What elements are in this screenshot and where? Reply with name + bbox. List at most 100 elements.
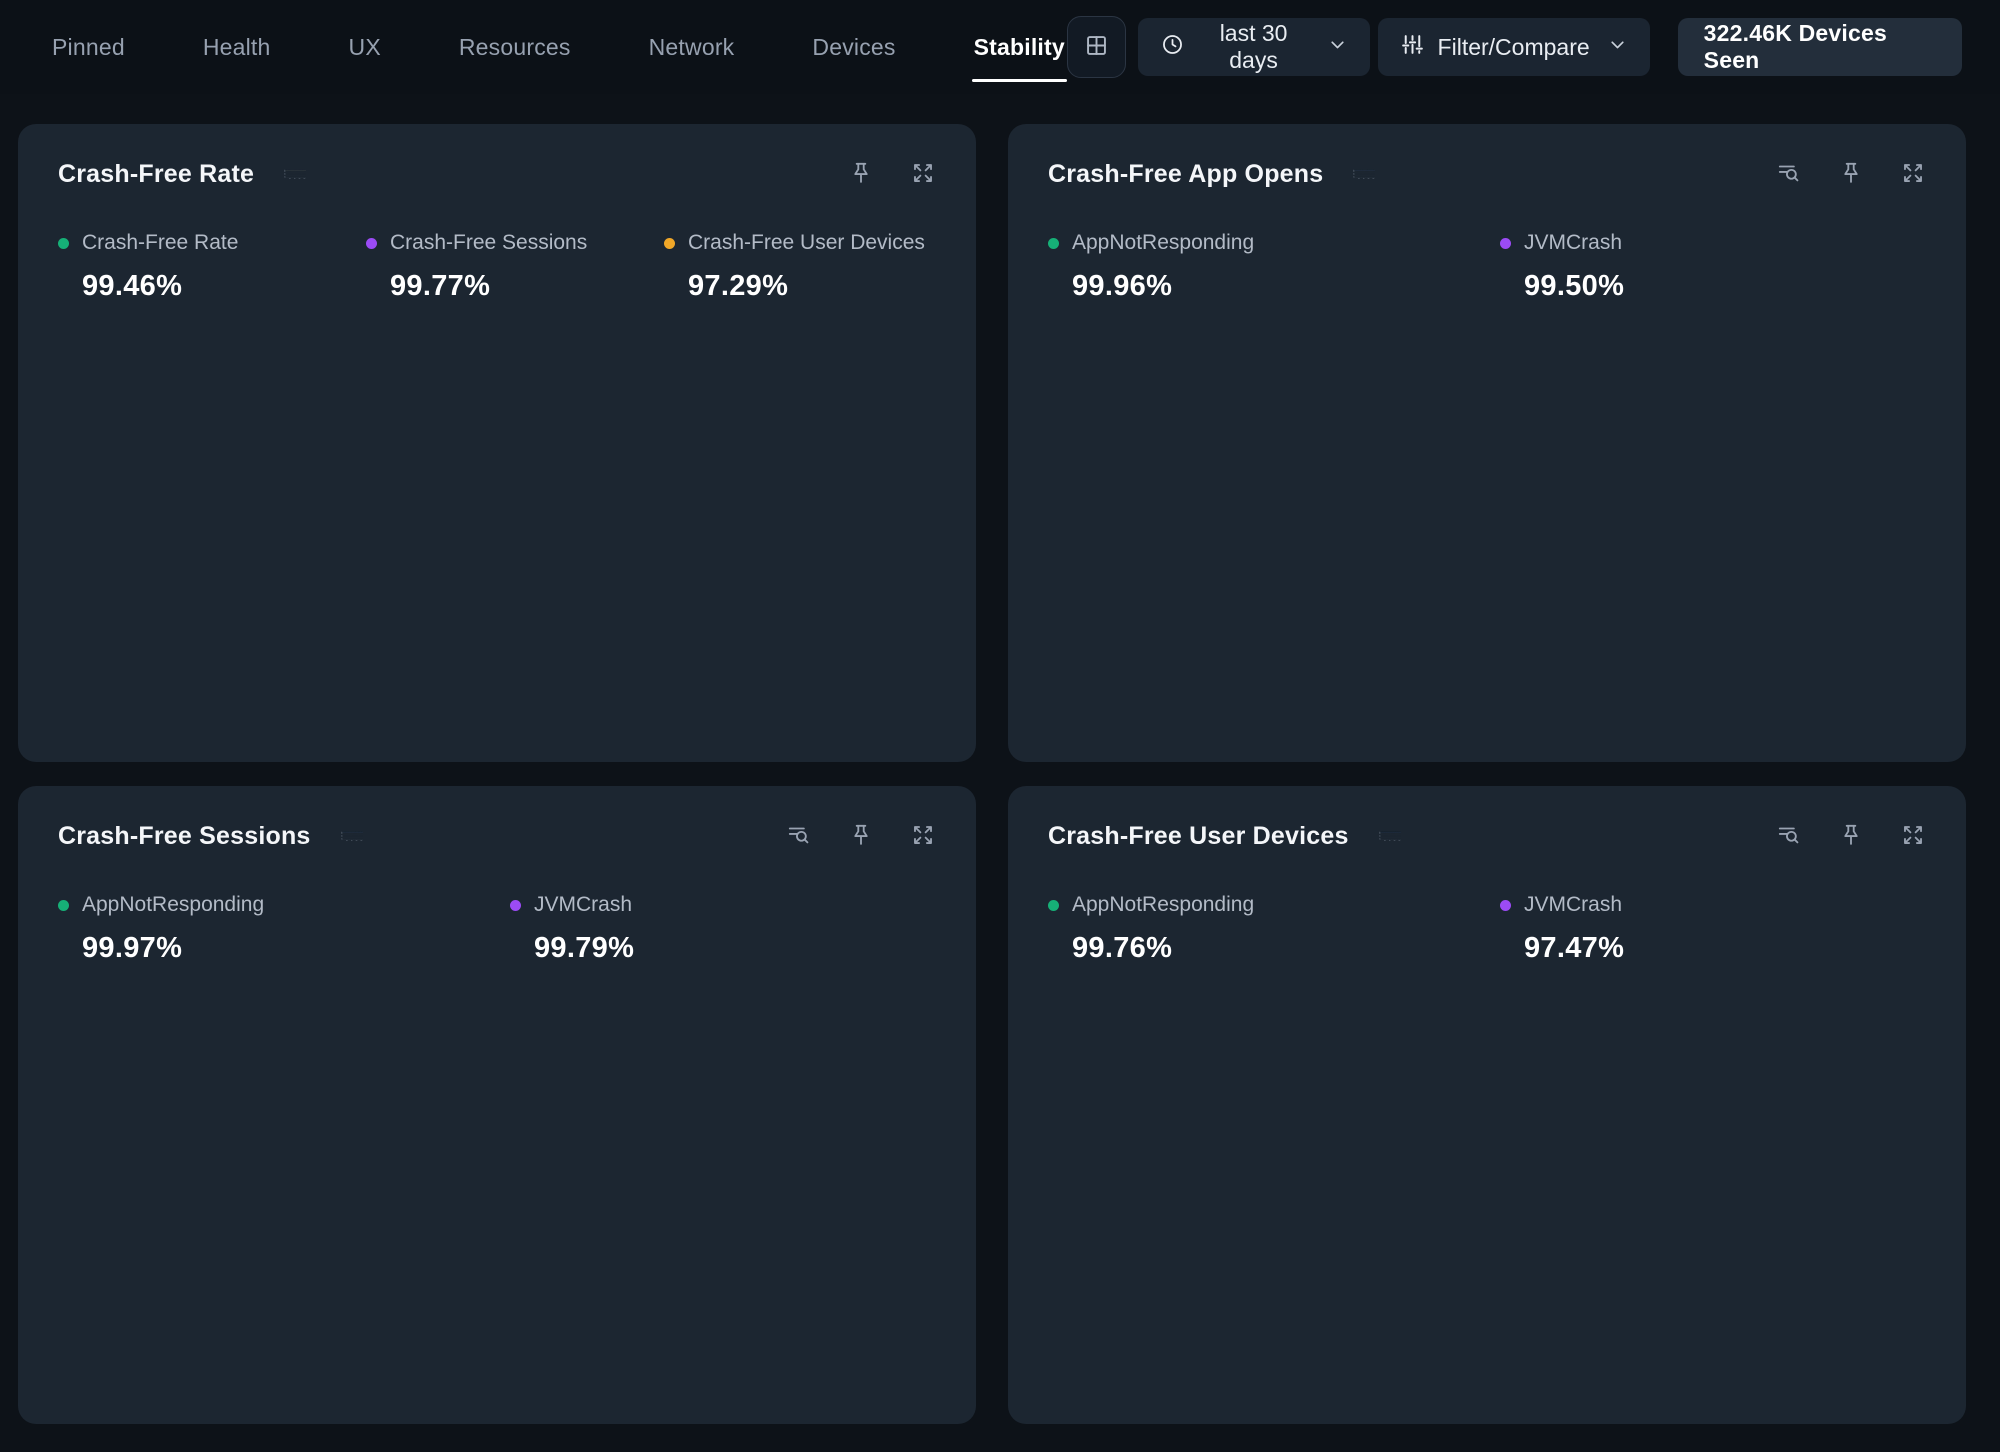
svg-text:Sep 28: Sep 28 [360, 840, 362, 841]
svg-text:20%: 20% [1379, 837, 1381, 838]
layout-grid-icon [1083, 32, 1110, 62]
chart-legend: AppNotResponding99.96%JVMCrash99.50% [1048, 231, 1926, 303]
sliders-icon [1400, 32, 1425, 63]
layout-grid-button[interactable] [1067, 16, 1126, 78]
legend-label: JVMCrash [1524, 893, 1622, 917]
date-range-button[interactable]: last 30 days [1138, 18, 1370, 76]
legend-dot [664, 238, 675, 249]
svg-text:20%: 20% [1354, 175, 1356, 176]
svg-text:0%: 0% [1379, 839, 1380, 840]
nav-tab-devices[interactable]: Devices [810, 0, 897, 94]
stability-chart[interactable] [58, 325, 936, 717]
info-icon[interactable]: 100%80%60%40%20%0%Sep 07Sep 14Sep 21Sep … [1353, 163, 1376, 186]
legend-label: Crash-Free User Devices [688, 231, 925, 255]
toolbar: last 30 days Filter/Compare [1067, 0, 1962, 94]
nav-tab-stability[interactable]: Stability [972, 0, 1067, 94]
legend-item[interactable]: Crash-Free Sessions99.77% [366, 231, 664, 303]
legend-label: Crash-Free Rate [82, 231, 238, 255]
list-search-icon [1776, 160, 1802, 189]
legend-item[interactable]: JVMCrash97.47% [1500, 893, 1926, 965]
legend-dot [510, 900, 521, 911]
chart-panel: Crash-Free User Devices 100%80%60%40%20%… [1008, 786, 1966, 1424]
svg-text:100%: 100% [284, 169, 286, 170]
legend-dot [1500, 900, 1511, 911]
svg-text:100%: 100% [341, 831, 343, 832]
expand-button[interactable] [910, 822, 936, 851]
legend-dot [58, 900, 69, 911]
stability-chart[interactable] [1048, 987, 1926, 1379]
stability-chart[interactable] [58, 987, 936, 1379]
svg-text:Sep 21: Sep 21 [1393, 840, 1395, 841]
chevron-down-icon [1327, 34, 1348, 61]
devices-seen-badge: 322.46K Devices Seen [1678, 18, 1962, 76]
legend-value: 97.29% [688, 270, 936, 303]
svg-text:60%: 60% [1379, 834, 1381, 835]
chart-panel: Crash-Free App Opens 100%80%60%40%20%0%S… [1008, 124, 1966, 762]
legend-item[interactable]: Crash-Free Rate99.46% [58, 231, 366, 303]
legend-item[interactable]: Crash-Free User Devices 97.29% [664, 231, 936, 303]
list-search-button[interactable] [1776, 822, 1802, 851]
svg-text:80%: 80% [341, 833, 343, 834]
svg-text:Sep 21: Sep 21 [1368, 178, 1370, 179]
panel-actions [848, 160, 936, 189]
nav-tab-ux[interactable]: UX [347, 0, 383, 94]
svg-text:80%: 80% [1379, 833, 1381, 834]
legend-item[interactable]: AppNotResponding99.97% [58, 893, 510, 965]
panel-title: Crash-Free App Opens [1048, 160, 1323, 189]
legend-item[interactable]: AppNotResponding 99.76% [1048, 893, 1500, 965]
svg-text:20%: 20% [341, 837, 343, 838]
svg-text:0%: 0% [285, 177, 286, 178]
chart-panel: Crash-Free Sessions 100%80%60%40%20%0%Se… [18, 786, 976, 1424]
panel-title: Crash-Free Sessions [58, 822, 311, 851]
legend-value: 99.76% [1072, 932, 1500, 965]
nav-tab-health[interactable]: Health [201, 0, 273, 94]
legend-value: 99.50% [1524, 270, 1926, 303]
svg-text:60%: 60% [1354, 172, 1356, 173]
legend-item[interactable]: JVMCrash99.79% [510, 893, 936, 965]
nav-tab-resources[interactable]: Resources [457, 0, 573, 94]
expand-icon [1900, 160, 1926, 189]
legend-dot [1500, 238, 1511, 249]
pin-button[interactable] [848, 822, 874, 851]
panel-title: Crash-Free Rate [58, 160, 254, 189]
stability-chart[interactable] [1048, 325, 1926, 717]
expand-button[interactable] [1900, 160, 1926, 189]
chart-legend: AppNotResponding 99.76%JVMCrash97.47% [1048, 893, 1926, 965]
filter-compare-button[interactable]: Filter/Compare [1378, 18, 1650, 76]
legend-dot [58, 238, 69, 249]
svg-text:Sep 28: Sep 28 [1373, 178, 1375, 179]
pin-icon [848, 822, 874, 851]
svg-text:Sep 28: Sep 28 [304, 178, 306, 179]
list-search-icon [786, 822, 812, 851]
svg-text:Sep 07: Sep 07 [289, 178, 291, 179]
info-icon[interactable]: 100%80%60%40%20%0%Sep 07Sep 14Sep 21Sep … [341, 825, 364, 848]
pin-button[interactable] [1838, 822, 1864, 851]
svg-text:40%: 40% [1379, 836, 1381, 837]
svg-text:20%: 20% [285, 175, 287, 176]
svg-text:60%: 60% [341, 834, 343, 835]
expand-button[interactable] [1900, 822, 1926, 851]
pin-icon [848, 160, 874, 189]
info-icon[interactable]: 100%80%60%40%20%0%Sep 07Sep 14Sep 21Sep … [1379, 825, 1402, 848]
svg-text:100%: 100% [1353, 169, 1355, 170]
svg-text:0%: 0% [1354, 177, 1355, 178]
list-search-button[interactable] [1776, 160, 1802, 189]
legend-label: AppNotResponding [82, 893, 264, 917]
legend-item[interactable]: JVMCrash99.50% [1500, 231, 1926, 303]
legend-item[interactable]: AppNotResponding99.96% [1048, 231, 1500, 303]
info-icon[interactable]: 100%80%60%40%20%0%Sep 07Sep 14Sep 21Sep … [284, 163, 307, 186]
legend-value: 99.77% [390, 270, 664, 303]
top-bar: Pinned Health UX Resources Network Devices Sta… [0, 0, 2000, 94]
pin-icon [1838, 822, 1864, 851]
nav-tab-pinned[interactable]: Pinned [50, 0, 127, 94]
legend-label: AppNotResponding [1072, 893, 1254, 917]
pin-button[interactable] [1838, 160, 1864, 189]
panel-header: Crash-Free App Opens 100%80%60%40%20%0%S… [1048, 160, 1926, 189]
panels-grid: Crash-Free Rate 100%80%60%40%20%0%Sep 07… [0, 94, 2000, 1424]
list-search-button[interactable] [786, 822, 812, 851]
svg-text:80%: 80% [285, 171, 287, 172]
expand-button[interactable] [910, 160, 936, 189]
nav-tab-network[interactable]: Network [647, 0, 737, 94]
legend-label: JVMCrash [534, 893, 632, 917]
pin-button[interactable] [848, 160, 874, 189]
